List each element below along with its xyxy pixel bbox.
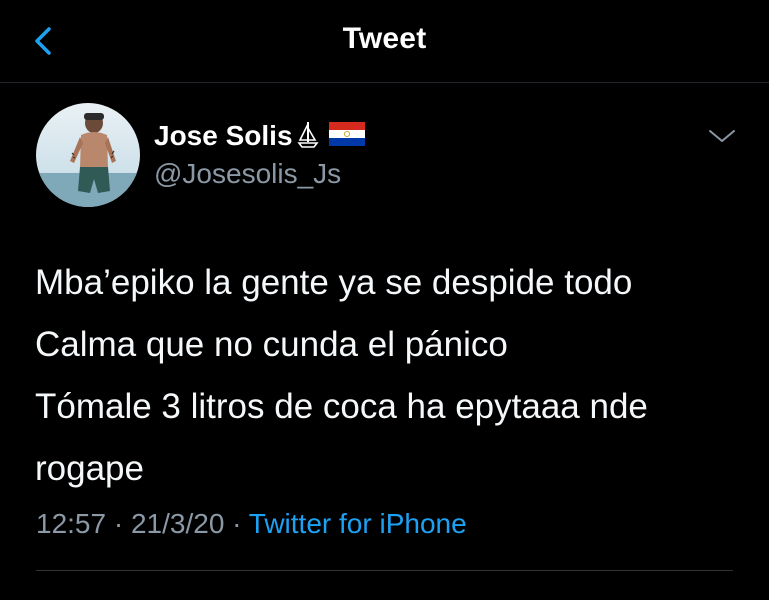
tweet-text-line: rogape [35,449,144,488]
navigation-bar: Tweet [0,0,769,83]
name-emoji-group [297,120,365,152]
page-title: Tweet [342,22,427,55]
avatar[interactable] [36,103,140,207]
more-options-button[interactable] [706,126,738,146]
tweet-source-link[interactable]: Twitter for iPhone [249,508,467,539]
tweet-date: 21/3/20 [130,508,225,539]
paraguay-flag-icon [329,121,365,151]
tweet-text-line: Mba’epiko la gente ya se despide todo [35,263,633,302]
avatar-image [36,103,140,207]
tweet-time: 12:57 [36,508,107,539]
meta-separator: · [232,508,242,539]
author-handle[interactable]: @Josesolis_Js [154,158,341,190]
divider [36,570,733,571]
tweet-text-line: Calma que no cunda el pánico [35,325,508,364]
chevron-down-icon [709,130,735,142]
sailboat-icon [297,120,319,153]
tweet-meta: 12:57 · 21/3/20 · Twitter for iPhone [36,508,467,540]
tweet-text: Mba’epiko la gente ya se despide todo Ca… [35,252,755,500]
meta-separator: · [113,508,124,539]
tweet-text-line: Tómale 3 litros de coca ha epytaaa nde [35,387,648,426]
author-display-name[interactable]: Jose Solis [154,120,293,152]
